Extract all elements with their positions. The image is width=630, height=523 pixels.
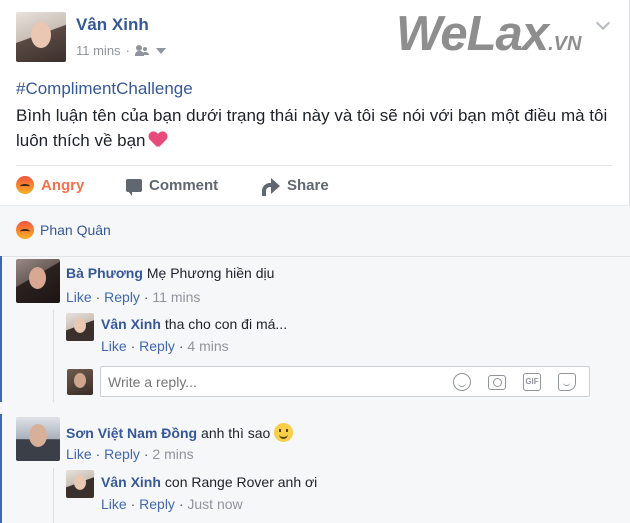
comment-time[interactable]: 2 mins xyxy=(152,446,193,462)
post-meta: 11 mins · xyxy=(76,43,166,58)
angry-icon xyxy=(16,176,34,194)
avatar[interactable] xyxy=(66,313,94,341)
post-text: Bình luận tên của bạn dưới trạng thái nà… xyxy=(16,106,608,150)
reply-input[interactable] xyxy=(108,374,408,390)
comment-actions: Like · Reply · 2 mins xyxy=(66,446,194,462)
reply-actions: Like · Reply · 4 mins xyxy=(101,338,229,354)
reply-time[interactable]: Just now xyxy=(187,496,242,512)
hashtag-link[interactable]: #ComplimentChallenge xyxy=(16,79,193,99)
post-time[interactable]: 11 mins xyxy=(76,43,121,58)
smile-emoji-icon xyxy=(274,423,294,442)
reply-link[interactable]: Reply xyxy=(104,289,140,305)
comment-icon xyxy=(126,178,142,196)
like-link[interactable]: Like xyxy=(101,496,127,512)
reply-author[interactable]: Vân Xinh xyxy=(101,474,161,490)
reply-text: con Range Rover anh ơi xyxy=(164,474,318,490)
emoji-icon[interactable] xyxy=(453,373,471,391)
angry-icon xyxy=(16,221,34,239)
reply-thread-line xyxy=(53,310,54,402)
comment-text: Mẹ Phương hiền dịu xyxy=(146,265,275,281)
reply-link[interactable]: Reply xyxy=(139,338,175,354)
author-avatar[interactable] xyxy=(16,12,66,62)
share-button[interactable]: Share xyxy=(262,177,329,196)
reply-time[interactable]: 4 mins xyxy=(187,338,228,354)
angry-button[interactable]: Angry xyxy=(16,176,126,194)
watermark-logo: WeLax.VN xyxy=(396,7,582,61)
author-name[interactable]: Vân Xinh xyxy=(76,15,149,35)
comment-time[interactable]: 11 mins xyxy=(152,289,200,305)
like-link[interactable]: Like xyxy=(66,289,92,305)
reply-text: tha cho con đi má... xyxy=(164,316,288,332)
reply-actions: Like · Reply · Just now xyxy=(101,496,243,512)
thread-highlight-bar xyxy=(0,414,2,523)
comment-button[interactable]: Comment xyxy=(126,177,262,196)
comment-author[interactable]: Sơn Việt Nam Đồng xyxy=(66,425,197,441)
thread-highlight-bar xyxy=(0,256,2,402)
chevron-down-icon[interactable] xyxy=(595,15,611,31)
avatar[interactable] xyxy=(16,417,60,461)
chevron-down-icon[interactable] xyxy=(155,47,166,54)
avatar[interactable] xyxy=(16,259,60,303)
reply-box[interactable]: GIF xyxy=(100,366,590,397)
reply-link[interactable]: Reply xyxy=(139,496,175,512)
meta-dot: · xyxy=(125,43,130,58)
post-card: Vân Xinh 11 mins · WeLax.VN #ComplimentC… xyxy=(0,0,630,205)
reply-thread-line xyxy=(53,468,54,523)
divider xyxy=(16,165,612,166)
comment-actions: Like · Reply · 11 mins xyxy=(66,289,201,305)
reaction-summary[interactable]: Phan Quân xyxy=(16,221,111,239)
sticker-icon[interactable] xyxy=(558,373,576,391)
friends-icon[interactable] xyxy=(134,45,149,56)
action-bar: Angry Comment Share xyxy=(16,171,329,199)
gif-icon[interactable]: GIF xyxy=(523,373,541,391)
reply-link[interactable]: Reply xyxy=(104,446,140,462)
my-avatar xyxy=(67,369,93,395)
divider xyxy=(0,256,630,257)
reply-author[interactable]: Vân Xinh xyxy=(101,316,161,332)
share-icon xyxy=(262,178,280,196)
avatar[interactable] xyxy=(66,470,94,498)
like-link[interactable]: Like xyxy=(66,446,92,462)
camera-icon[interactable] xyxy=(488,375,506,390)
reactor-name[interactable]: Phan Quân xyxy=(40,222,111,238)
like-link[interactable]: Like xyxy=(101,338,127,354)
comment-author[interactable]: Bà Phương xyxy=(66,265,143,281)
comment-text: anh thì sao xyxy=(201,425,271,441)
heart-icon xyxy=(149,132,167,148)
